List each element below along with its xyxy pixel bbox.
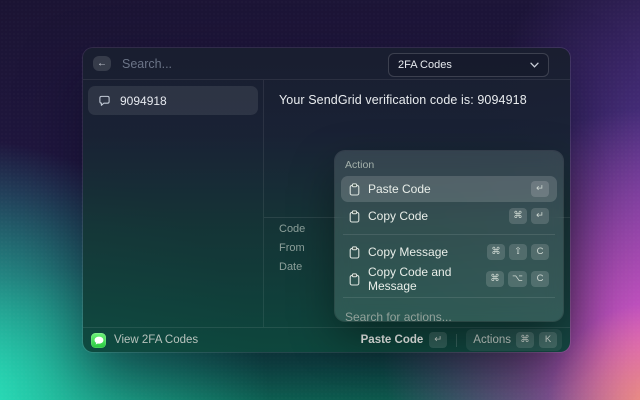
action-panel-title: Action xyxy=(345,159,375,171)
search-input[interactable]: Search... xyxy=(122,57,172,71)
key-command: ⌘ xyxy=(516,332,534,348)
key-command: ⌘ xyxy=(487,244,505,260)
metadata-label-from: From xyxy=(279,242,305,254)
key-option: ⌥ xyxy=(508,271,527,287)
list-item-label: 9094918 xyxy=(120,93,167,108)
key-command: ⌘ xyxy=(486,271,505,287)
key-return: ↵ xyxy=(531,181,549,197)
launcher-window: ← Search... 2FA Codes 9094918 Your SendG… xyxy=(83,48,570,352)
list-item-code[interactable]: 9094918 xyxy=(88,86,258,115)
action-panel: Action Paste Code ↵ Copy Code ⌘ ↵ Copy M… xyxy=(335,151,563,321)
chat-bubble-icon xyxy=(98,95,111,107)
action-item-paste-code[interactable]: Paste Code ↵ xyxy=(341,176,557,202)
action-item-copy-code-and-message[interactable]: Copy Code and Message ⌘ ⌥ C xyxy=(341,265,557,293)
messages-app-icon xyxy=(91,332,106,348)
command-title: View 2FA Codes xyxy=(114,334,199,346)
key-c: C xyxy=(531,244,549,260)
action-item-label: Copy Code and Message xyxy=(368,265,452,293)
actions-label: Actions xyxy=(473,334,511,346)
results-list: 9094918 xyxy=(83,80,264,327)
key-return: ↵ xyxy=(429,332,448,348)
key-shift: ⇧ xyxy=(509,244,527,260)
footer-divider xyxy=(456,333,458,347)
top-bar: ← Search... 2FA Codes xyxy=(83,48,570,80)
action-search-input[interactable]: Search for actions... xyxy=(341,302,557,321)
action-item-copy-code[interactable]: Copy Code ⌘ ↵ xyxy=(341,203,557,229)
arrow-left-icon: ← xyxy=(97,57,107,69)
key-return: ↵ xyxy=(531,208,549,224)
action-item-label: Copy Message xyxy=(368,245,449,259)
metadata-label-date: Date xyxy=(279,261,303,273)
footer-actions: Paste Code ↵ Actions ⌘ K xyxy=(361,329,562,351)
key-k: K xyxy=(539,332,557,348)
back-button[interactable]: ← xyxy=(93,56,111,71)
clipboard-icon xyxy=(349,245,360,259)
clipboard-icon xyxy=(349,182,360,196)
clipboard-icon xyxy=(349,272,360,286)
actions-menu-button[interactable]: Actions ⌘ K xyxy=(466,329,562,351)
action-item-copy-message[interactable]: Copy Message ⌘ ⇧ C xyxy=(341,239,557,265)
dropdown-value: 2FA Codes xyxy=(398,59,452,71)
message-text: Your SendGrid verification code is: 9094… xyxy=(279,93,527,107)
command-dropdown[interactable]: 2FA Codes xyxy=(388,53,549,77)
key-command: ⌘ xyxy=(509,208,527,224)
key-c: C xyxy=(531,271,549,287)
metadata-label-code: Code xyxy=(279,223,306,235)
action-panel-separator xyxy=(343,297,555,298)
action-item-label: Copy Code xyxy=(368,209,429,223)
metadata-labels: Code From Date xyxy=(279,220,305,277)
status-bar: View 2FA Codes Paste Code ↵ Actions ⌘ K xyxy=(83,327,570,352)
primary-action-label[interactable]: Paste Code xyxy=(361,334,424,346)
chevron-down-icon xyxy=(530,62,539,68)
clipboard-icon xyxy=(349,209,360,223)
action-item-label: Paste Code xyxy=(368,182,431,196)
action-panel-separator xyxy=(343,234,555,235)
desktop-background: ← Search... 2FA Codes 9094918 Your SendG… xyxy=(0,0,640,400)
